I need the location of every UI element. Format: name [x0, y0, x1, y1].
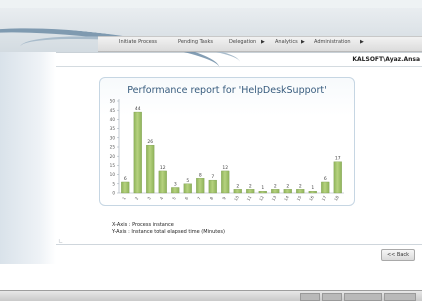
bar: [196, 178, 205, 194]
y-tick-label: 45: [110, 108, 116, 113]
bar-value-label: 6: [324, 176, 327, 182]
y-tick-label: 25: [110, 145, 116, 150]
nav-item-analytics[interactable]: Analytics: [275, 39, 298, 45]
bar: [271, 189, 280, 194]
nav-item-administration[interactable]: Administration: [314, 39, 351, 45]
nav-item-initiate-process[interactable]: Initiate Process: [119, 39, 157, 45]
nav-item-pending-tasks[interactable]: Pending Tasks: [178, 39, 213, 45]
bar: [121, 181, 130, 194]
delegation-submenu-arrow-icon: ▶: [261, 39, 265, 45]
current-user-label: KALSOFT\Ayaz.Ansa: [352, 56, 420, 63]
bar-value-label: 5: [186, 178, 189, 184]
bar-value-label: 1: [311, 185, 314, 191]
app-header: Initiate Process Pending Tasks Delegatio…: [0, 8, 422, 91]
y-tick-label: 15: [110, 163, 116, 168]
x-tick-label: 7: [196, 196, 202, 201]
x-tick-label: 15: [296, 194, 303, 201]
x-tick-label: 12: [258, 194, 265, 201]
bar-value-label: 12: [222, 165, 228, 171]
bar: [296, 189, 305, 194]
bar: [246, 189, 255, 194]
bar: [308, 191, 317, 194]
performance-chart-panel: Performance report for 'HelpDeskSupport'…: [99, 77, 355, 206]
bar-value-label: 3: [174, 181, 177, 187]
bar: [146, 145, 155, 194]
y-tick-label: 50: [110, 99, 116, 104]
taskbar: [0, 290, 422, 301]
bar: [208, 179, 217, 194]
bar-value-label: 7: [211, 174, 214, 180]
bar: [133, 111, 142, 194]
y-tick-label: 35: [110, 126, 116, 131]
x-tick-label: 8: [209, 196, 215, 201]
footer-area: [0, 264, 422, 290]
performance-bar-chart: 0510152025303540455061442263124355687781…: [110, 99, 344, 202]
y-tick-label: 30: [110, 135, 116, 140]
bar-value-label: 2: [249, 183, 252, 189]
y-tick-label: 10: [110, 172, 116, 177]
analytics-submenu-arrow-icon: ▶: [301, 39, 305, 45]
bar: [258, 191, 267, 194]
bar: [321, 181, 330, 194]
bar: [233, 189, 242, 194]
x-tick-label: 13: [271, 194, 278, 201]
x-tick-label: 2: [134, 196, 140, 201]
bar: [183, 183, 192, 194]
bar-value-label: 8: [199, 172, 202, 178]
nav-item-delegation[interactable]: Delegation: [229, 39, 256, 45]
content-divider-top: [56, 66, 422, 67]
x-tick-label: 1: [121, 196, 127, 201]
bar-value-label: 2: [299, 183, 302, 189]
bar-value-label: 6: [124, 176, 127, 182]
x-tick-label: 16: [308, 194, 315, 201]
x-tick-label: 5: [171, 196, 177, 201]
y-tick-label: 0: [112, 191, 115, 196]
bar-value-label: 2: [286, 183, 289, 189]
x-axis-legend: X-Axis : Process instance: [112, 222, 174, 228]
bar: [333, 161, 342, 194]
x-tick-label: 18: [333, 194, 340, 201]
y-tick-label: 40: [110, 117, 116, 122]
bar: [171, 187, 180, 194]
x-tick-label: 6: [184, 196, 190, 201]
bar-value-label: 44: [135, 106, 141, 112]
main-nav-bar: Initiate Process Pending Tasks Delegatio…: [98, 36, 422, 52]
bar: [283, 189, 292, 194]
window-top-strip: [0, 0, 422, 8]
bar-value-label: 2: [236, 183, 239, 189]
bar-value-label: 26: [147, 139, 153, 145]
axis-legend: X-Axis : Process instance Y-Axis : Insta…: [112, 222, 225, 236]
bar: [158, 170, 167, 194]
bar: [221, 170, 230, 194]
y-tick-label: 20: [110, 154, 116, 159]
bar-value-label: 1: [261, 185, 264, 191]
x-tick-label: 9: [221, 196, 227, 201]
x-tick-label: 10: [233, 194, 240, 201]
administration-submenu-arrow-icon: ▶: [360, 39, 364, 45]
content-divider-bottom: [56, 244, 422, 245]
x-tick-label: 11: [246, 194, 253, 201]
x-tick-label: 14: [283, 194, 290, 201]
x-tick-label: 17: [321, 194, 328, 201]
bar-value-label: 17: [335, 156, 341, 162]
y-axis-legend: Y-Axis : Instance total elapsed time (Mi…: [112, 229, 225, 235]
bar-value-label: 2: [274, 183, 277, 189]
x-tick-label: 3: [146, 196, 152, 201]
y-tick-label: 5: [112, 181, 115, 186]
bar-value-label: 12: [160, 165, 166, 171]
back-button[interactable]: << Back: [381, 249, 415, 261]
x-tick-label: 4: [159, 196, 165, 201]
left-rail-decoration: [0, 52, 56, 264]
